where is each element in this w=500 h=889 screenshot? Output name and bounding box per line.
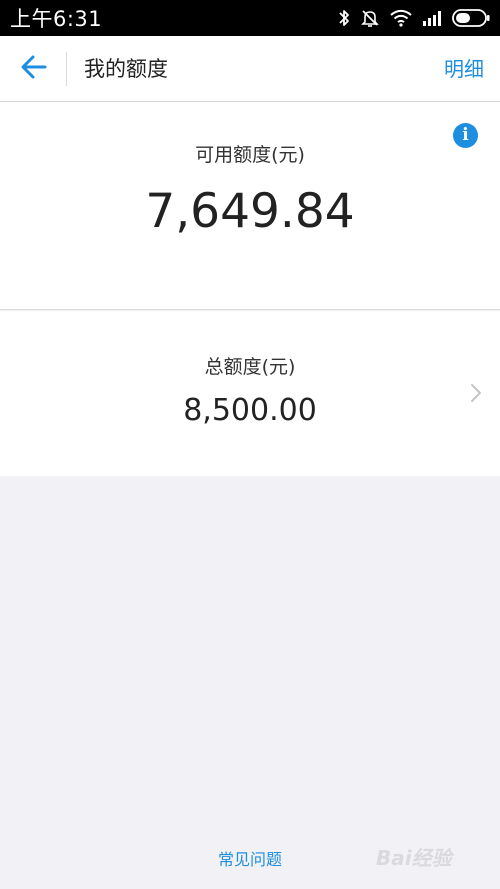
available-credit-value: 7,649.84 [145, 184, 355, 239]
total-credit-label: 总额度(元) [204, 356, 296, 378]
watermark: Bai经验 [376, 836, 486, 876]
detail-button[interactable]: 明细 [444, 36, 484, 102]
back-button[interactable] [14, 51, 54, 87]
wifi-icon [390, 9, 412, 27]
signal-icon [422, 10, 442, 26]
total-credit-value: 8,500.00 [183, 393, 317, 428]
available-credit-card: i 可用额度(元) 7,649.84 [0, 102, 500, 310]
navbar: 我的额度 明细 [0, 36, 500, 102]
available-credit-label: 可用额度(元) [195, 144, 305, 166]
page-title: 我的额度 [84, 57, 168, 81]
status-time: 上午6:31 [10, 7, 103, 31]
nav-divider [66, 52, 67, 86]
bell-muted-icon [360, 8, 380, 28]
status-bar: 上午6:31 [0, 0, 500, 36]
watermark-text: Bai经验 [376, 845, 452, 870]
battery-icon [452, 9, 490, 27]
total-credit-card[interactable]: 总额度(元) 8,500.00 [0, 311, 500, 476]
status-icons [338, 8, 490, 28]
arrow-left-icon [21, 55, 47, 83]
bluetooth-icon [338, 8, 350, 28]
chevron-right-icon [470, 383, 482, 407]
